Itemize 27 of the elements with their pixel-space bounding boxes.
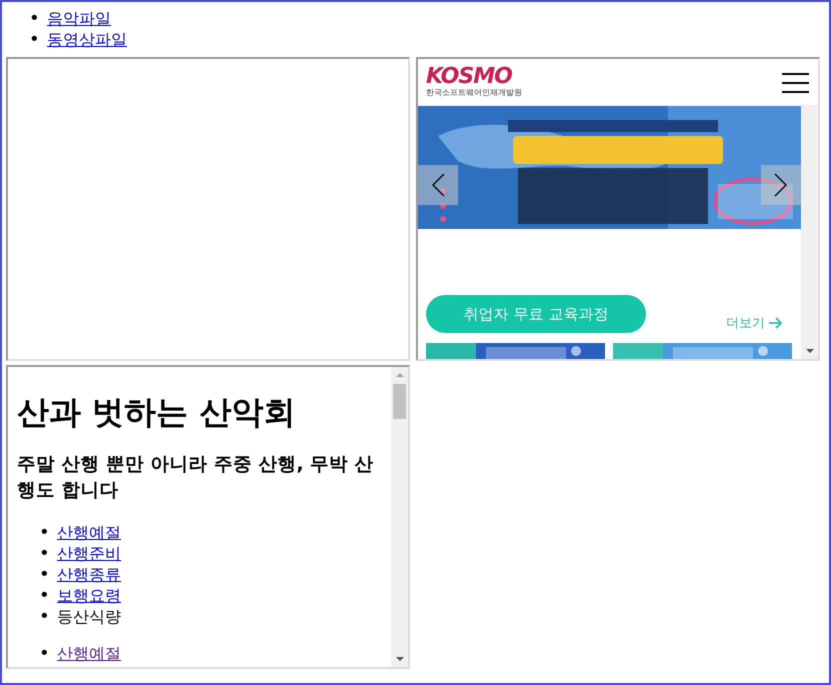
previous-button[interactable]	[418, 165, 458, 205]
logo[interactable]: KOSMO 한국소프트웨어인재개발원	[426, 66, 522, 98]
link[interactable]: 동영상파일	[47, 29, 127, 50]
heading: 산과 벗하는 산악회	[17, 392, 296, 432]
menu-button[interactable]	[782, 70, 809, 94]
bullet: •	[39, 564, 51, 585]
link[interactable]: 보행요령	[57, 585, 121, 606]
bullet: •	[39, 643, 51, 664]
arrow-right-icon	[769, 317, 783, 330]
link[interactable]: 산행종류	[57, 564, 121, 585]
bullet: •	[29, 8, 41, 29]
bullet: •	[29, 29, 41, 50]
scrollbar[interactable]	[391, 367, 408, 667]
next-button[interactable]	[761, 165, 801, 205]
link[interactable]: 음악파일	[47, 8, 111, 29]
chevron-left-icon	[431, 173, 445, 197]
bullet: •	[39, 522, 51, 543]
bullet: •	[39, 606, 51, 627]
link[interactable]: 산행준비	[57, 543, 121, 564]
bullet: •	[39, 585, 51, 606]
subheading: 주말 산행 뿐만 아니라 주중 산행, 무박 산행도 합니다	[17, 453, 375, 503]
bullet: •	[39, 543, 51, 564]
scrollbar[interactable]	[801, 106, 818, 359]
list-item-text: 등산식량	[57, 606, 121, 627]
chevron-right-icon	[774, 173, 788, 197]
link[interactable]: 산행예절	[57, 643, 121, 664]
link[interactable]: 산행예절	[57, 522, 121, 543]
